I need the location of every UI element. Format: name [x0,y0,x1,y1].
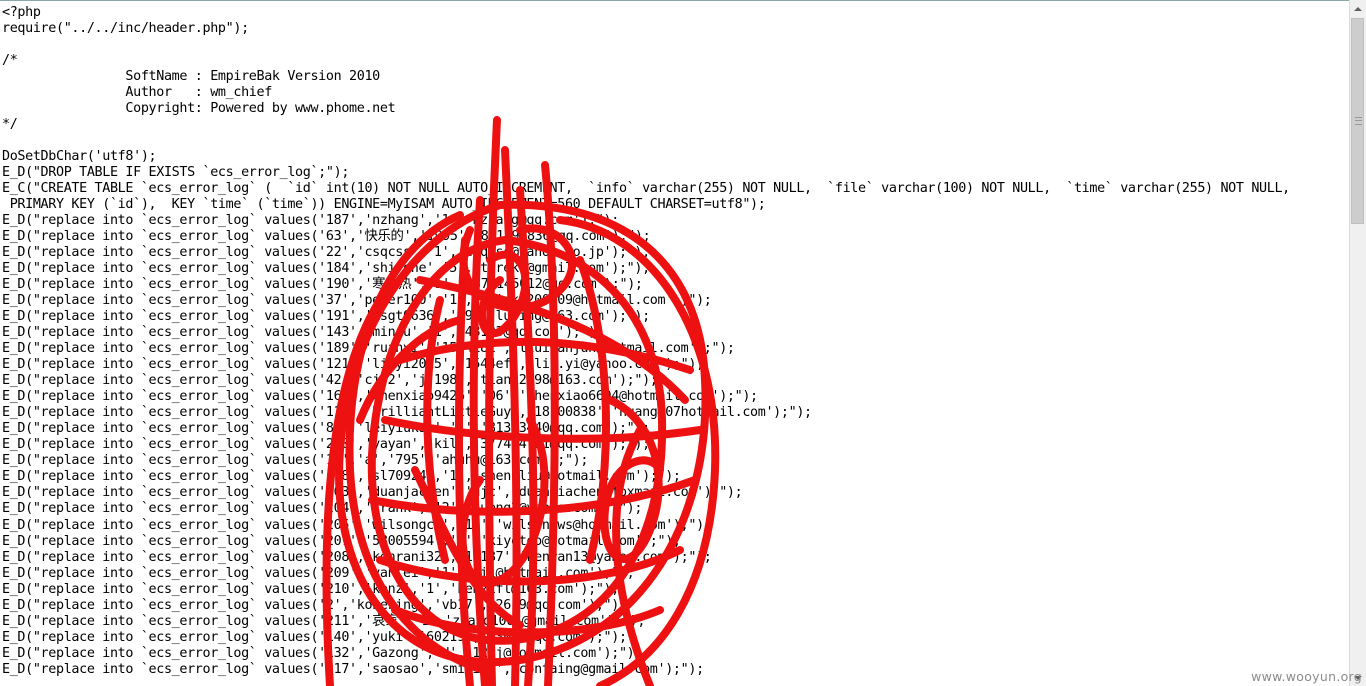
code-line: E_C("CREATE TABLE `ecs_error_log` ( `id`… [2,181,1290,197]
code-line: E_D("replace into `ecs_error_log` values… [2,645,643,661]
code-line: E_D("replace into `ecs_error_log` values… [2,549,712,565]
code-line: E_D("replace into `ecs_error_log` values… [2,581,619,597]
code-line: SoftName : EmpireBak Version 2010 [2,69,380,85]
code-line: E_D("replace into `ecs_error_log` values… [2,501,643,517]
code-line: E_D("replace into `ecs_error_log` values… [2,485,743,501]
code-line: E_D("replace into `ecs_error_log` values… [2,597,627,613]
php-source-text: <?php require("../../inc/header.php");/* … [2,5,1290,678]
code-line: DoSetDbChar('utf8'); [2,149,157,165]
code-line: E_D("replace into `ecs_error_log` values… [2,373,658,389]
triangle-up-icon [1354,6,1362,11]
code-line: E_D("replace into `ecs_error_log` values… [2,629,627,645]
code-line: PRIMARY KEY (`id`), KEY `time` (`time`))… [2,197,766,213]
code-line: E_D("replace into `ecs_error_log` values… [2,293,712,309]
code-line: require("../../inc/header.php"); [2,21,249,37]
text-document-view: <?php require("../../inc/header.php");/* … [0,0,1349,686]
site-watermark: www.wooyun.org [1251,669,1362,684]
code-line: E_D("replace into `ecs_error_log` values… [2,277,643,293]
code-line: Author : wm_chief [2,85,272,101]
code-line: E_D("replace into `ecs_error_log` values… [2,437,650,453]
code-line: */ [2,117,18,133]
code-line: E_D("replace into `ecs_error_log` values… [2,213,619,229]
code-line: E_D("replace into `ecs_error_log` values… [2,533,681,549]
code-line: E_D("replace into `ecs_error_log` values… [2,341,735,357]
scrollbar-thumb[interactable] [1351,18,1364,224]
code-line: E_D("replace into `ecs_error_log` values… [2,245,650,261]
code-line: E_D("replace into `ecs_error_log` values… [2,261,650,277]
code-line: E_D("replace into `ecs_error_log` values… [2,469,681,485]
code-line: E_D("replace into `ecs_error_log` values… [2,389,758,405]
code-line: E_D("replace into `ecs_error_log` values… [2,325,604,341]
code-line: E_D("replace into `ecs_error_log` values… [2,613,646,629]
code-line: E_D("replace into `ecs_error_log` values… [2,405,812,421]
vertical-scrollbar[interactable] [1349,0,1366,686]
code-line: E_D("replace into `ecs_error_log` values… [2,565,635,581]
scroll-up-button[interactable] [1350,0,1366,17]
code-line: E_D("replace into `ecs_error_log` values… [2,357,704,373]
code-line: E_D("replace into `ecs_error_log` values… [2,421,650,437]
code-line: E_D("replace into `ecs_error_log` values… [2,229,651,245]
code-line: /* [2,53,18,69]
code-line: <?php [2,5,41,20]
code-line: Copyright: Powered by www.phome.net [2,101,396,117]
code-line: E_D("replace into `ecs_error_log` values… [2,661,704,677]
grip-lines-icon [1355,117,1362,125]
code-line: E_D("replace into `ecs_error_log` values… [2,517,712,533]
code-line: E_D("replace into `ecs_error_log` values… [2,453,589,469]
code-line: E_D("DROP TABLE IF EXISTS `ecs_error_log… [2,165,350,181]
code-line: E_D("replace into `ecs_error_log` values… [2,309,650,325]
